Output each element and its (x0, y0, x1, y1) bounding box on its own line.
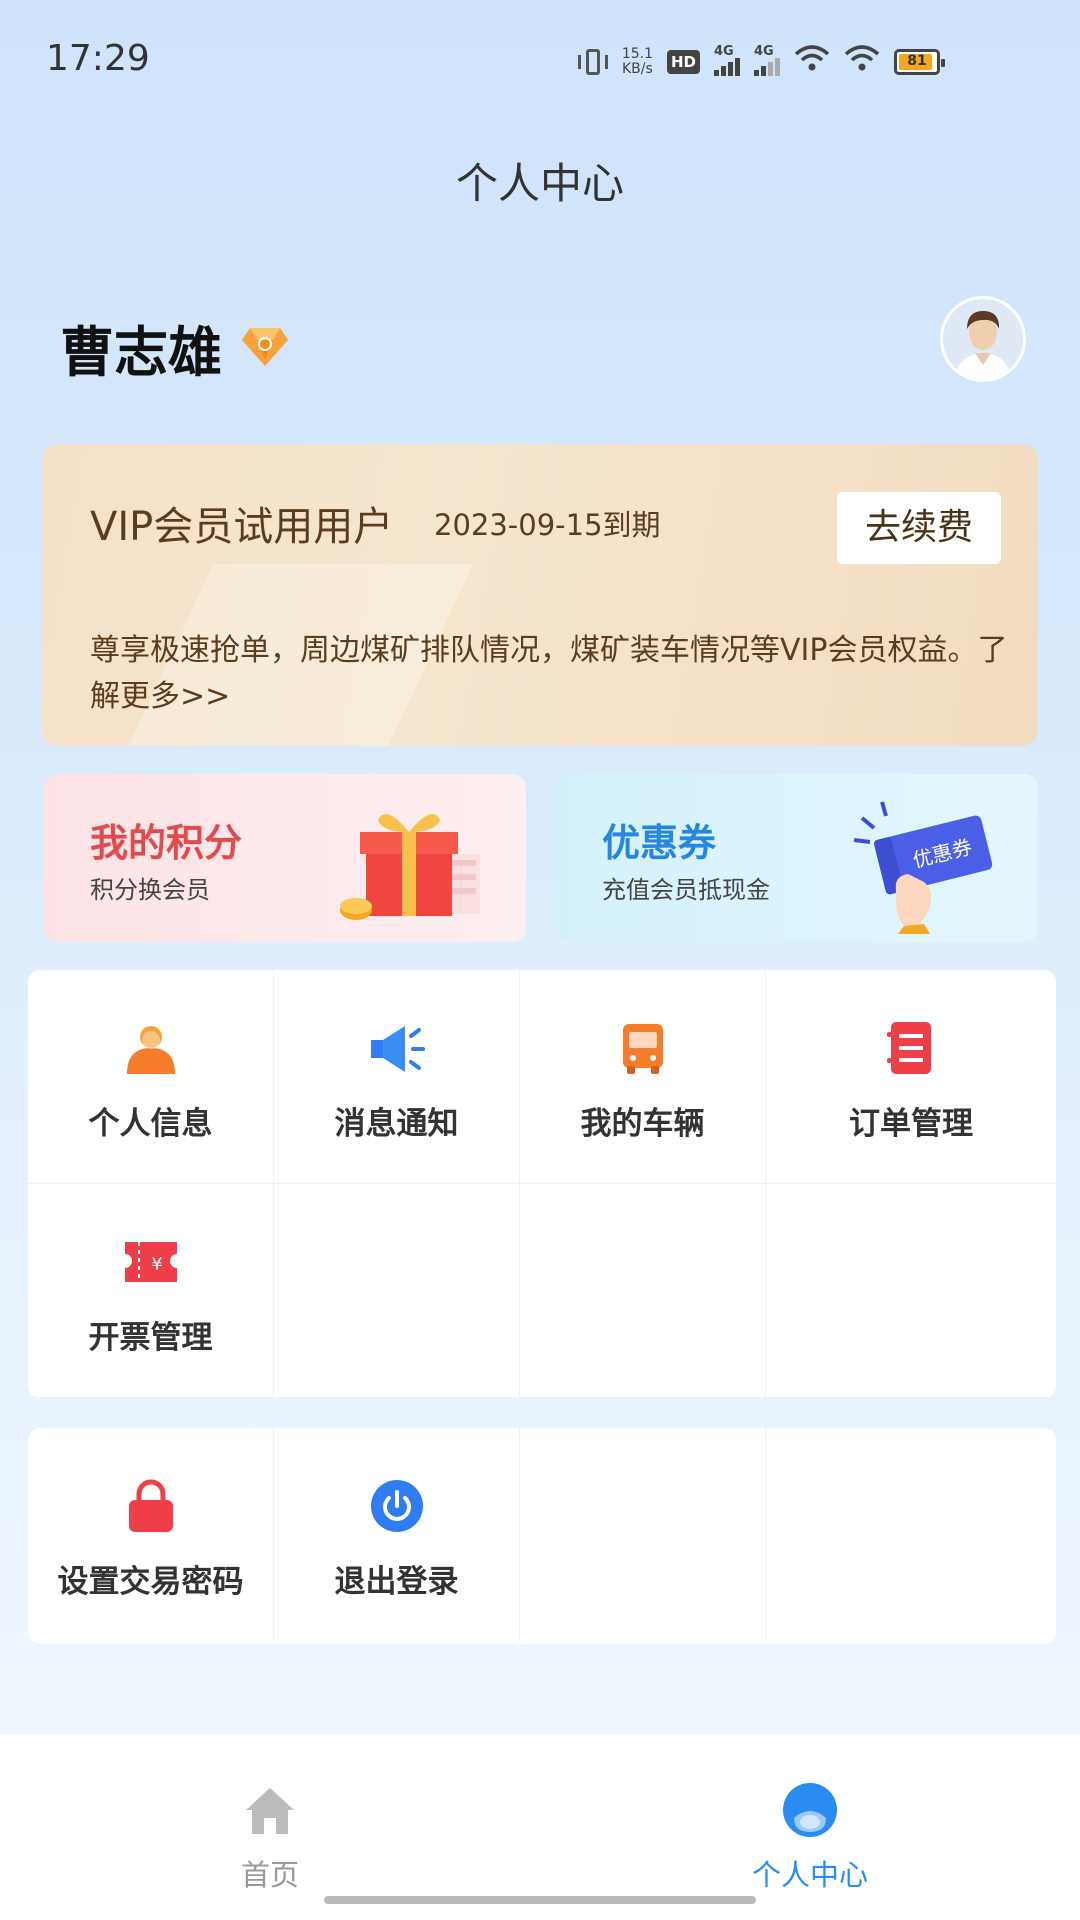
svg-text:¥: ¥ (151, 1254, 162, 1275)
coupon-title: 优惠券 (602, 821, 717, 865)
points-subtitle: 积分换会员 (90, 876, 210, 904)
signal-icon-sim2: 4G (754, 44, 780, 76)
invoice-icon: ¥ (123, 1234, 179, 1290)
menu-label: 消息通知 (334, 1106, 459, 1142)
menu-item-set-trade-password[interactable]: 设置交易密码 (28, 1428, 274, 1642)
lock-icon (123, 1478, 179, 1534)
nav-personal-center[interactable]: 个人中心 (730, 1782, 890, 1894)
power-icon (369, 1478, 425, 1534)
vip-expire-date: 2023-09-15到期 (434, 508, 661, 542)
megaphone-icon (369, 1020, 425, 1076)
menu-item-invoice-management[interactable]: ¥ 开票管理 (28, 1184, 274, 1398)
renew-button[interactable]: 去续费 (837, 492, 1001, 564)
home-indicator[interactable] (324, 1896, 756, 1904)
diamond-icon (240, 320, 290, 370)
menu-empty-cell (520, 1184, 766, 1398)
home-icon (242, 1782, 298, 1838)
menu-empty-cell (766, 1428, 1056, 1642)
nav-home[interactable]: 首页 (190, 1782, 350, 1894)
my-points-card[interactable]: 我的积分 积分换会员 (44, 774, 526, 942)
status-bar: 17:29 15.1 KB/s HD 4G 4G 81 (0, 0, 1080, 120)
page-title: 个人中心 (455, 159, 624, 208)
vip-title: VIP会员试用用户 (90, 504, 394, 550)
menu-label: 个人信息 (88, 1106, 213, 1142)
hd-icon: HD (666, 49, 700, 74)
status-time: 17:29 (46, 38, 150, 79)
nav-home-label: 首页 (240, 1858, 299, 1892)
coupon-ticket-icon: 优惠券 (838, 794, 1008, 934)
network-speed: 15.1 KB/s (621, 45, 653, 77)
wifi-icon (794, 44, 830, 79)
menu-label: 我的车辆 (580, 1106, 705, 1142)
gift-box-icon (326, 794, 496, 934)
person-icon (123, 1020, 179, 1076)
settings-panel: 设置交易密码 退出登录 (28, 1428, 1056, 1644)
menu-panel: 个人信息 消息通知 我的车辆 订单管理 ¥ 开票管理 (28, 970, 1056, 1398)
menu-label: 退出登录 (334, 1564, 459, 1600)
menu-label: 订单管理 (849, 1106, 973, 1142)
menu-label: 设置交易密码 (57, 1564, 244, 1600)
vip-description[interactable]: 尊享极速抢单，周边煤矿排队情况，煤矿装车情况等VIP会员权益。了解更多>> (90, 628, 1010, 720)
menu-item-my-vehicles[interactable]: 我的车辆 (520, 970, 766, 1184)
menu-empty-cell (520, 1428, 766, 1642)
menu-label: 开票管理 (88, 1320, 213, 1356)
menu-empty-cell (766, 1184, 1056, 1398)
menu-item-logout[interactable]: 退出登录 (274, 1428, 520, 1642)
menu-item-notifications[interactable]: 消息通知 (274, 970, 520, 1184)
bottom-nav: 首页 个人中心 (0, 1734, 1080, 1920)
nav-personal-center-label: 个人中心 (751, 1858, 868, 1892)
status-icons: 15.1 KB/s HD 4G 4G 81 (577, 44, 945, 79)
coupon-card[interactable]: 优惠券 充值会员抵现金 优惠券 (556, 774, 1038, 942)
menu-item-order-management[interactable]: 订单管理 (766, 970, 1056, 1184)
vibrate-icon (577, 47, 608, 77)
order-icon (883, 1020, 939, 1076)
vip-card[interactable]: VIP会员试用用户 2023-09-15到期 去续费 尊享极速抢单，周边煤矿排队… (42, 444, 1038, 746)
bus-icon (615, 1020, 671, 1076)
coupon-subtitle: 充值会员抵现金 (602, 876, 770, 904)
menu-empty-cell (274, 1184, 520, 1398)
avatar[interactable] (940, 296, 1026, 382)
user-name: 曹志雄 (60, 321, 222, 384)
points-title: 我的积分 (90, 821, 243, 865)
signal-icon-sim1: 4G (714, 44, 740, 76)
wifi-icon-2 (844, 44, 880, 79)
menu-item-personal-info[interactable]: 个人信息 (28, 970, 274, 1184)
user-center-icon (782, 1782, 838, 1838)
battery-icon: 81 (894, 48, 945, 75)
